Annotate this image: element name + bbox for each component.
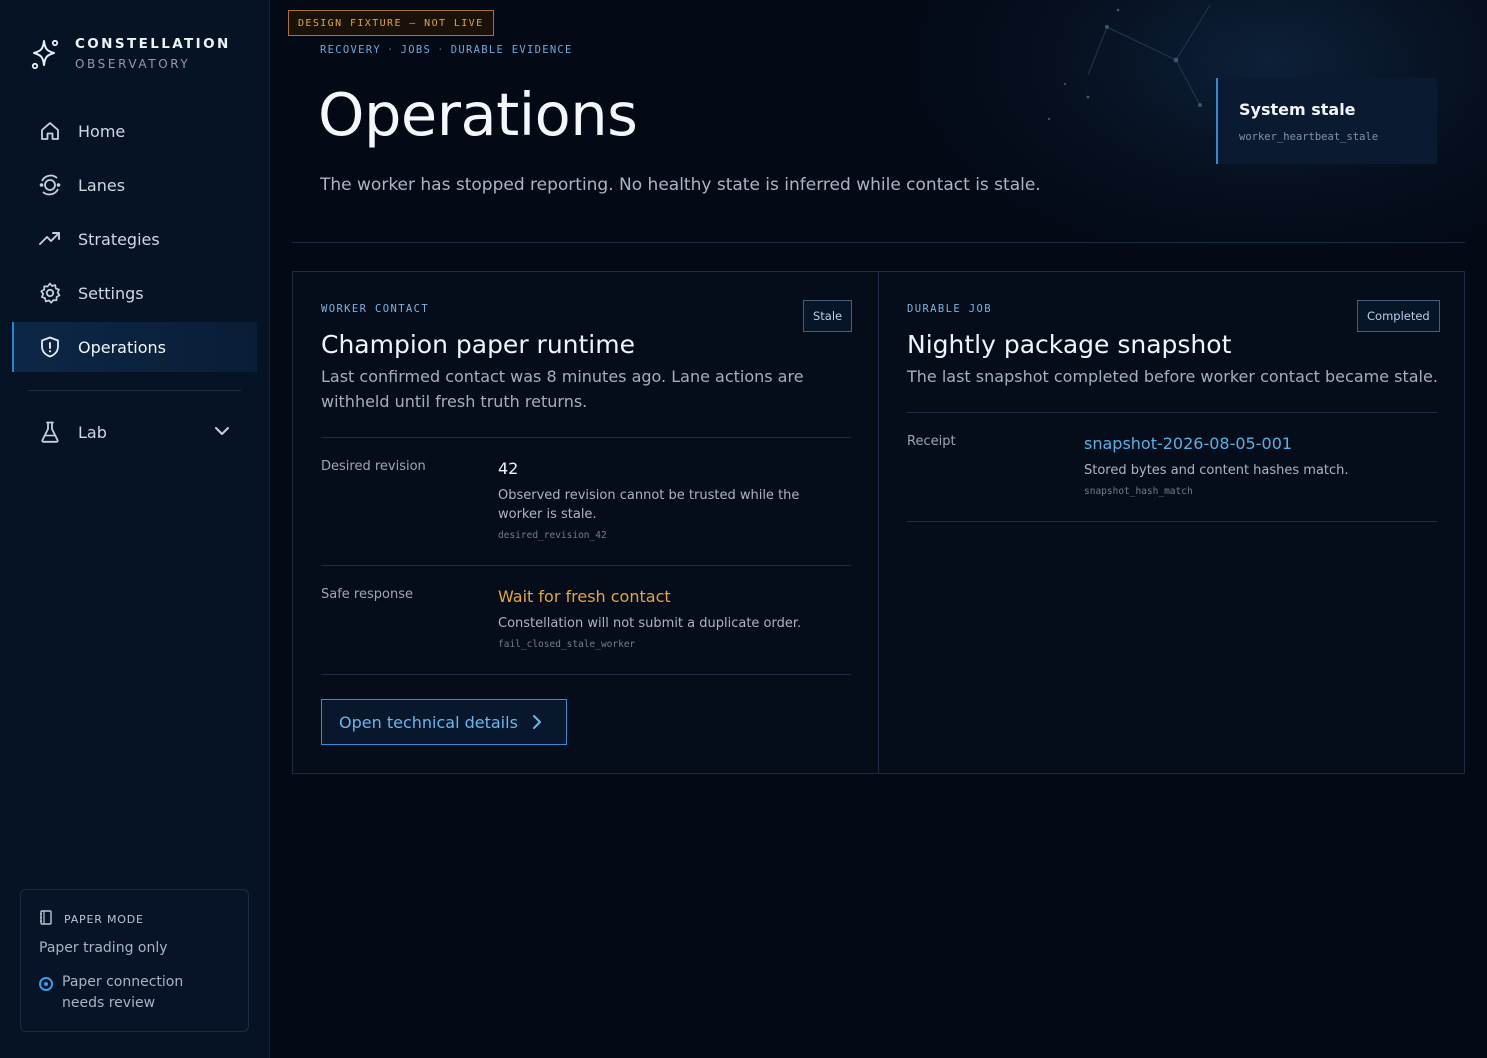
system-status-code: worker_heartbeat_stale bbox=[1239, 131, 1379, 143]
row-label: Desired revision bbox=[321, 459, 426, 474]
status-badge: Completed bbox=[1357, 300, 1440, 332]
header-divider bbox=[292, 242, 1465, 243]
panel-eyebrow: DURABLE JOB bbox=[907, 303, 992, 315]
row-divider bbox=[321, 674, 851, 675]
panel-description: Last confirmed contact was 8 minutes ago… bbox=[321, 367, 804, 411]
row-value: Wait for fresh contact bbox=[498, 587, 671, 606]
brand-subtitle: OBSERVATORY bbox=[75, 57, 191, 71]
panel-eyebrow: WORKER CONTACT bbox=[321, 303, 430, 315]
shield-icon bbox=[38, 335, 62, 359]
row-code: fail_closed_stale_worker bbox=[498, 639, 636, 650]
breadcrumb: RECOVERY · JOBS · DURABLE EVIDENCE bbox=[320, 44, 573, 56]
sidebar-item-label: Strategies bbox=[78, 229, 160, 249]
status-badge: Stale bbox=[803, 300, 853, 332]
safe-response-value: Wait for fresh contact Constellation wil… bbox=[498, 587, 828, 650]
sidebar-item-label: Lab bbox=[78, 422, 107, 442]
row-divider bbox=[907, 521, 1437, 522]
sparkle-logo-icon bbox=[31, 39, 59, 70]
chevron-right-icon bbox=[533, 715, 541, 729]
panel-title: Champion paper runtime bbox=[321, 330, 635, 359]
breadcrumb-item[interactable]: DURABLE EVIDENCE bbox=[451, 44, 573, 56]
row-label: Safe response bbox=[321, 587, 413, 602]
target-icon bbox=[39, 977, 53, 991]
row-divider bbox=[907, 412, 1437, 413]
paper-mode-status: Paper trading only bbox=[39, 940, 168, 956]
sidebar-divider bbox=[28, 390, 241, 391]
home-icon bbox=[38, 119, 62, 143]
system-status-card: System stale worker_heartbeat_stale bbox=[1216, 78, 1437, 164]
panel-title: Nightly package snapshot bbox=[907, 330, 1232, 359]
row-code: snapshot_hash_match bbox=[1084, 486, 1193, 497]
paper-mode-label: PAPER MODE bbox=[64, 913, 144, 926]
breadcrumb-separator: · bbox=[437, 44, 445, 56]
desired-revision-value: 42 Observed revision cannot be trusted w… bbox=[498, 459, 828, 541]
receipt-link[interactable]: snapshot-2026-08-05-001 bbox=[1084, 434, 1414, 453]
sidebar: CONSTELLATION OBSERVATORY Home Lanes Str… bbox=[0, 0, 270, 1058]
system-status-title: System stale bbox=[1239, 100, 1356, 119]
breadcrumb-separator: · bbox=[386, 44, 395, 56]
row-label: Receipt bbox=[907, 434, 956, 449]
receipt-value: snapshot-2026-08-05-001 Stored bytes and… bbox=[1084, 434, 1414, 497]
breadcrumb-item[interactable]: JOBS bbox=[401, 44, 432, 56]
row-code: desired_revision_42 bbox=[498, 530, 607, 541]
sidebar-item-label: Settings bbox=[78, 283, 144, 303]
paper-review-notice[interactable]: Paper connection needs review bbox=[39, 972, 229, 1014]
trending-icon bbox=[38, 227, 62, 251]
panel-description: The last snapshot completed before worke… bbox=[907, 367, 1438, 386]
sidebar-item-lab[interactable]: Lab bbox=[12, 407, 257, 457]
sidebar-item-settings[interactable]: Settings bbox=[12, 268, 257, 318]
open-technical-details-button[interactable]: Open technical details bbox=[321, 699, 567, 745]
sidebar-item-label: Home bbox=[78, 121, 126, 141]
gear-icon bbox=[38, 281, 62, 305]
row-divider bbox=[321, 565, 851, 566]
paper-review-text: Paper connection needs review bbox=[62, 974, 184, 1011]
paper-mode-card: PAPER MODE Paper trading only Paper conn… bbox=[20, 889, 249, 1032]
breadcrumb-item[interactable]: RECOVERY bbox=[320, 44, 381, 56]
button-label: Open technical details bbox=[339, 712, 518, 732]
sidebar-item-strategies[interactable]: Strategies bbox=[12, 214, 257, 264]
row-divider bbox=[321, 437, 851, 438]
sidebar-item-home[interactable]: Home bbox=[12, 106, 257, 156]
worker-contact-panel: WORKER CONTACT Stale Champion paper runt… bbox=[293, 272, 879, 773]
sidebar-item-lanes[interactable]: Lanes bbox=[12, 160, 257, 210]
notebook-icon bbox=[39, 910, 53, 929]
brand[interactable]: CONSTELLATION OBSERVATORY bbox=[30, 36, 231, 71]
durable-job-panel: DURABLE JOB Completed Nightly package sn… bbox=[879, 272, 1465, 773]
row-note: Constellation will not submit a duplicat… bbox=[498, 616, 802, 631]
brand-name: CONSTELLATION bbox=[75, 36, 231, 52]
operations-panels: WORKER CONTACT Stale Champion paper runt… bbox=[292, 271, 1465, 774]
page-title: Operations bbox=[318, 80, 638, 149]
row-note: Observed revision cannot be trusted whil… bbox=[498, 488, 800, 522]
page-subtitle: The worker has stopped reporting. No hea… bbox=[320, 175, 1041, 195]
sidebar-item-label: Lanes bbox=[78, 175, 126, 195]
flask-icon bbox=[38, 420, 62, 444]
row-value: 42 bbox=[498, 459, 519, 478]
chevron-down-icon[interactable] bbox=[211, 420, 233, 442]
sidebar-nav: Home Lanes Strategies Settings Operation… bbox=[12, 106, 257, 376]
row-note: Stored bytes and content hashes match. bbox=[1084, 463, 1349, 478]
sidebar-item-operations[interactable]: Operations bbox=[12, 322, 257, 372]
sidebar-item-label: Operations bbox=[78, 337, 166, 357]
lanes-icon bbox=[38, 173, 62, 197]
design-fixture-badge: DESIGN FIXTURE — NOT LIVE bbox=[288, 10, 494, 36]
